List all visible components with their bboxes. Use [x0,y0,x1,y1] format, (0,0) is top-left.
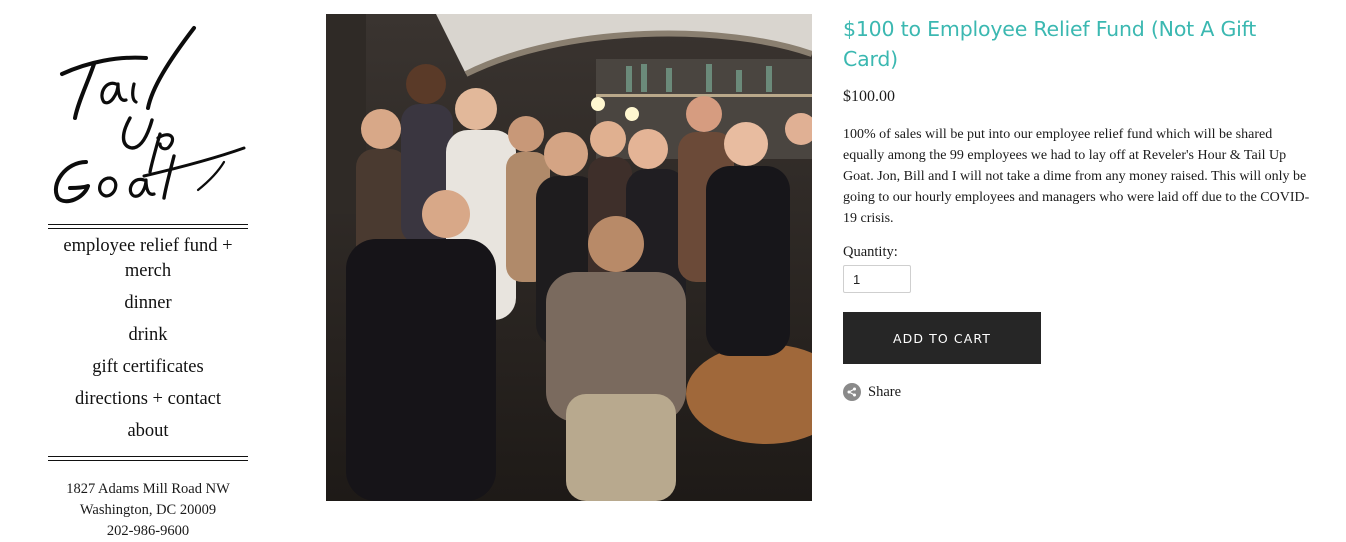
product-description: 100% of sales will be put into our emplo… [843,127,1310,226]
address-street: 1827 Adams Mill Road NW [66,481,230,497]
share-label: Share [868,383,902,400]
share-icon [843,383,861,401]
nav-item-drink[interactable]: drink [48,323,248,348]
product-details: $100 to Employee Relief Fund (Not A Gift… [843,14,1313,401]
nav-item-gift-certificates[interactable]: gift certificates [48,355,248,380]
address-block: 1827 Adams Mill Road NW Washington, DC 2… [43,479,253,542]
staff-group-photo-icon [326,14,812,501]
quantity-label: Quantity: [843,244,898,260]
nav-item-dinner[interactable]: dinner [48,291,248,316]
product-title: $100 to Employee Relief Fund (Not A Gift… [843,17,1257,71]
main-nav: employee relief fund + merch dinner drin… [48,234,248,451]
nav-item-employee-relief-fund[interactable]: employee relief fund + merch [48,234,248,284]
share-button[interactable]: Share [843,383,1313,401]
nav-item-directions-contact[interactable]: directions + contact [48,387,248,412]
logo-script-mark [54,26,246,204]
nav-bottom-divider [48,456,248,461]
product-price: $100.00 [843,88,895,105]
add-to-cart-button[interactable]: ADD TO CART [843,312,1041,364]
product-image [326,14,812,501]
quantity-input[interactable] [843,265,911,293]
nav-item-about[interactable]: about [48,419,248,444]
phone-number[interactable]: 202-986-9600 [43,521,253,542]
nav-top-divider [48,224,248,229]
logo[interactable] [48,22,248,208]
address-city: Washington, DC 20009 [79,502,217,518]
